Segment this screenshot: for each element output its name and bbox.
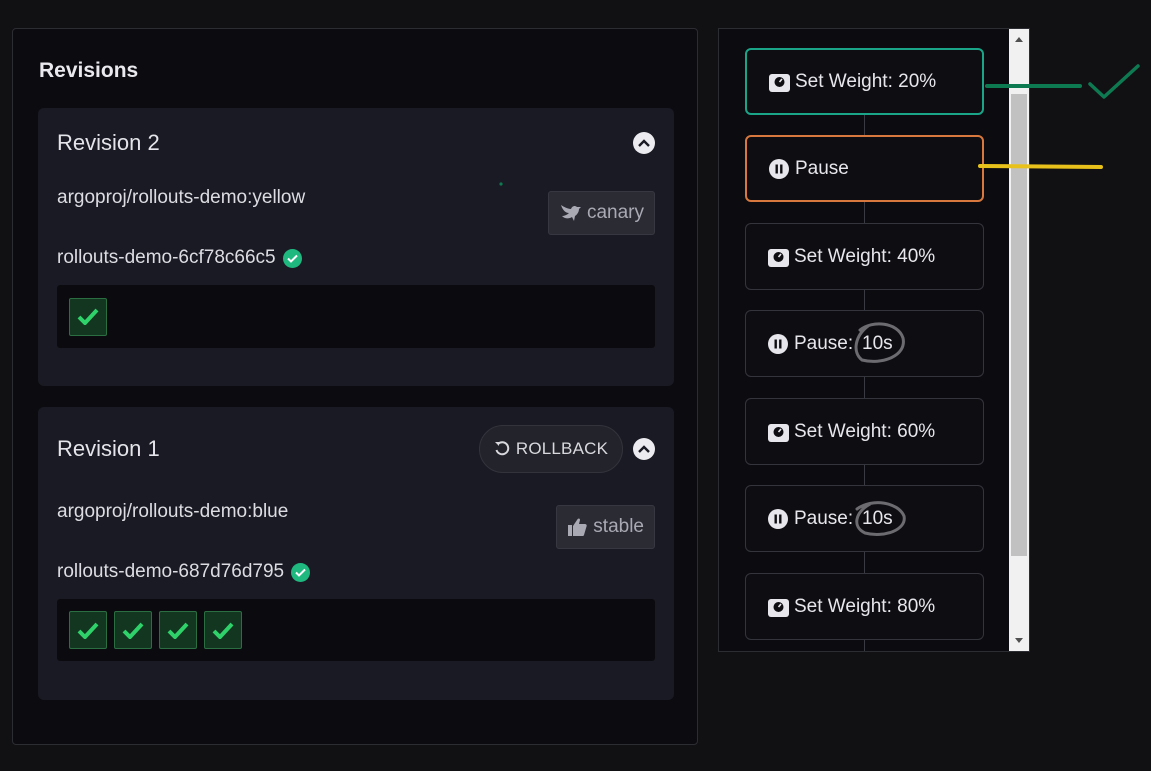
weight-icon (768, 71, 790, 93)
replicaset-line: rollouts-demo-687d76d795 (57, 561, 311, 583)
rollback-label: ROLLBACK (515, 439, 609, 458)
scroll-up-arrow-icon[interactable] (1009, 31, 1029, 48)
step-label: Pause (795, 157, 849, 179)
step-label: Set Weight: 40% (794, 245, 936, 267)
step-label: Set Weight: 20% (795, 70, 937, 92)
weight-icon (767, 421, 789, 443)
collapse-button[interactable] (633, 132, 655, 154)
image-name: argoproj/rollouts-demo:yellow (57, 187, 306, 208)
scroll-thumb[interactable] (1011, 94, 1027, 556)
step-label: Set Weight: 60% (794, 420, 936, 442)
weight-icon (767, 246, 789, 268)
green-checkmark-annotation (1088, 64, 1140, 99)
pod-healthy[interactable] (159, 611, 197, 649)
step-label: Pause: (794, 507, 854, 529)
replicaset-name: rollouts-demo-687d76d795 (57, 561, 285, 582)
check-circle-icon (282, 248, 302, 268)
step-set-weight-80[interactable]: Set Weight: 80% (745, 573, 984, 640)
replicaset-name: rollouts-demo-6cf78c66c5 (57, 247, 276, 268)
step-label: Set Weight: 80% (794, 595, 936, 617)
step-set-weight-20[interactable]: Set Weight: 20% (745, 48, 984, 115)
check-icon (77, 308, 99, 325)
pause-duration-annotation: 10s (862, 508, 893, 529)
pause-icon (767, 508, 789, 530)
tag-label: canary (586, 202, 644, 223)
step-label: Pause: (794, 332, 854, 354)
check-icon (77, 622, 99, 639)
pause-icon (768, 158, 790, 180)
pause-icon (767, 333, 789, 355)
step-set-weight-60[interactable]: Set Weight: 60% (745, 398, 984, 465)
pods-container (57, 285, 655, 348)
step-set-weight-40[interactable]: Set Weight: 40% (745, 223, 984, 290)
panel-title: Revisions (39, 59, 139, 82)
scroll-down-arrow-icon[interactable] (1009, 632, 1029, 649)
chevron-up-icon (638, 139, 650, 147)
pod-healthy[interactable] (114, 611, 152, 649)
tag-badge-canary: canary (547, 191, 655, 235)
replicaset-line: rollouts-demo-6cf78c66c5 (57, 247, 302, 269)
pods-container (57, 599, 655, 661)
revision-title: Revision 1 (57, 436, 160, 461)
step-pause[interactable]: Pause (745, 135, 984, 202)
undo-icon (494, 441, 510, 456)
pod-healthy[interactable] (69, 611, 107, 649)
check-icon (212, 622, 234, 639)
revision-card-1: Revision 1 ROLLBACK argoproj/rollouts-de… (38, 407, 674, 700)
revision-card-2: Revision 2 argoproj/rollouts-demo:yellow… (38, 108, 674, 386)
pod-healthy[interactable] (204, 611, 242, 649)
check-icon (167, 622, 189, 639)
chevron-up-icon (638, 445, 650, 453)
dove-icon (560, 205, 581, 221)
pause-duration-annotation: 10s (862, 333, 893, 354)
revision-title: Revision 2 (57, 130, 160, 155)
scrollbar[interactable] (1009, 29, 1029, 651)
pod-healthy[interactable] (69, 297, 107, 336)
rollback-button[interactable]: ROLLBACK (479, 425, 623, 473)
weight-icon (767, 596, 789, 618)
thumbs-up-icon (568, 518, 587, 536)
collapse-button[interactable] (633, 438, 655, 460)
tag-badge-stable: stable (556, 505, 655, 549)
image-name: argoproj/rollouts-demo:blue (57, 501, 289, 522)
revisions-panel: Revisions Revision 2 argoproj/rollouts-d… (12, 28, 698, 745)
tag-label: stable (593, 516, 644, 537)
check-icon (122, 622, 144, 639)
check-circle-icon (291, 562, 311, 582)
